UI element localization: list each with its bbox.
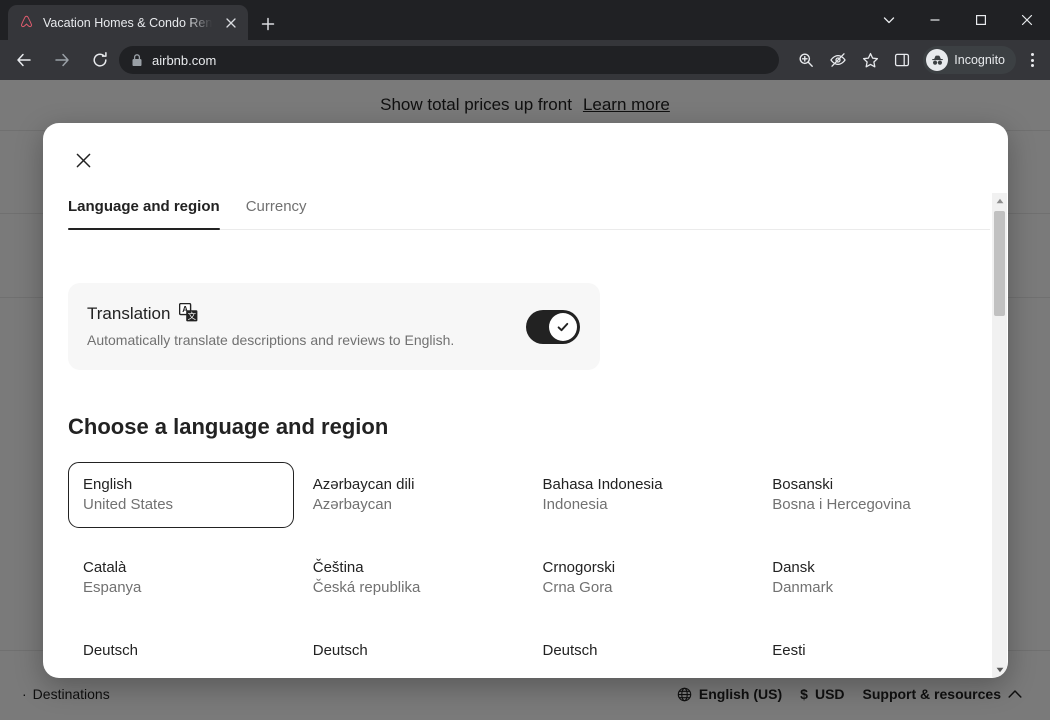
translate-icon: A 文 <box>179 302 198 325</box>
language-option-name: Català <box>83 558 127 576</box>
modal-body: Translation A 文 Automatically translate … <box>43 226 1008 678</box>
language-option-name: Crnogorski <box>542 558 616 576</box>
check-icon <box>557 322 569 331</box>
forward-button[interactable] <box>46 44 78 76</box>
reload-button[interactable] <box>84 44 116 76</box>
browser-menu-button[interactable] <box>1018 45 1046 75</box>
language-option[interactable]: Dansk Danmark <box>757 545 983 611</box>
language-option-name: Bosanski <box>772 476 834 493</box>
language-option-region: Česká republika <box>312 578 421 596</box>
address-bar[interactable]: airbnb.com <box>119 46 779 74</box>
window-controls <box>866 0 1050 40</box>
language-option[interactable]: Català Espanya <box>68 545 294 611</box>
back-button[interactable] <box>8 44 40 76</box>
lock-icon <box>132 54 142 66</box>
language-option-name: Deutsch <box>83 641 139 659</box>
language-option-name: Bahasa Indonesia <box>542 476 663 493</box>
translation-title: Translation <box>87 304 171 323</box>
side-panel-button[interactable] <box>887 45 917 75</box>
scrollbar-thumb[interactable] <box>994 211 1005 316</box>
url-text: airbnb.com <box>152 52 217 68</box>
language-option-name: Azərbaycan dili <box>312 476 415 493</box>
language-option-name: Dansk <box>772 558 815 576</box>
toolbar-actions: Incognito <box>791 40 1046 80</box>
plus-icon <box>261 17 275 31</box>
maximize-icon <box>976 15 987 26</box>
translation-title-row: Translation A 文 <box>87 302 576 325</box>
back-arrow-icon <box>17 53 31 67</box>
language-option-name: Čeština <box>312 558 364 576</box>
translation-toggle[interactable] <box>526 309 580 344</box>
profile-chip[interactable]: Incognito <box>923 46 1016 74</box>
modal-close-button[interactable] <box>67 144 99 176</box>
language-grid: English United States Azərbaycan dili Azərb… <box>68 462 983 674</box>
reload-icon <box>93 52 107 67</box>
toggle-knob <box>549 312 577 341</box>
language-option-name: Deutsch <box>312 641 368 659</box>
language-option[interactable]: Deutsch <box>68 628 294 674</box>
maximize-button[interactable] <box>958 0 1004 40</box>
tab-currency[interactable]: Currency <box>246 198 307 229</box>
profile-label: Incognito <box>954 53 1005 67</box>
language-option-name: Deutsch <box>542 641 598 659</box>
language-option-region: Bosna i Hercegovina <box>772 495 911 513</box>
browser-titlebar: Vacation Homes & Condo Rentals - Airbnb <box>0 0 1050 40</box>
tab-search-button[interactable] <box>866 0 912 40</box>
window-close-button[interactable] <box>1004 0 1050 40</box>
chevron-down-icon <box>883 17 895 24</box>
scrollbar-up-arrow[interactable] <box>992 193 1007 208</box>
bookmark-button[interactable] <box>855 45 885 75</box>
language-option-region: United States <box>83 495 174 513</box>
language-option[interactable]: Crnogorski Crna Gora <box>528 545 754 611</box>
scrollbar-down-arrow[interactable] <box>992 662 1007 677</box>
language-option-name: English <box>83 476 133 493</box>
translation-description: Automatically translate descriptions and… <box>87 332 455 348</box>
tab-close-icon[interactable] <box>222 14 240 32</box>
forward-arrow-icon <box>55 53 69 67</box>
close-icon <box>76 153 90 167</box>
browser-toolbar: airbnb.com Incognito <box>0 40 1050 80</box>
zoom-button[interactable] <box>791 45 821 75</box>
translation-card: Translation A 文 Automatically translate … <box>68 283 600 370</box>
browser-tab[interactable]: Vacation Homes & Condo Rentals - Airbnb <box>8 5 248 40</box>
language-option[interactable]: Eesti <box>757 628 983 674</box>
language-option[interactable]: Azərbaycan dili Azərbaycan <box>298 462 524 528</box>
svg-text:文: 文 <box>188 311 197 321</box>
tab-title: Vacation Homes & Condo Rentals - Airbnb <box>43 15 214 30</box>
side-panel-icon <box>895 53 910 67</box>
eye-slash-icon <box>830 53 847 67</box>
close-icon <box>1021 14 1033 26</box>
incognito-icon <box>926 49 949 71</box>
browser-window: Vacation Homes & Condo Rentals - Airbnb <box>0 0 1050 720</box>
modal-scrollbar[interactable] <box>992 193 1007 677</box>
tab-language-and-region[interactable]: Language and region <box>68 198 220 230</box>
new-tab-button[interactable] <box>255 11 281 37</box>
minimize-icon <box>930 19 940 21</box>
language-option-region: Azərbaycan <box>312 495 392 513</box>
language-option[interactable]: Deutsch <box>298 628 524 674</box>
three-dots-icon <box>1030 53 1034 56</box>
language-option[interactable]: Čeština Česká republika <box>298 545 524 611</box>
zoom-icon <box>799 53 814 67</box>
language-option-region: Crna Gora <box>542 578 613 596</box>
language-option[interactable]: Bosanski Bosna i Hercegovina <box>757 462 983 528</box>
star-icon <box>862 52 878 67</box>
airbnb-logo-icon <box>20 15 33 28</box>
tracking-protection-button[interactable] <box>823 45 853 75</box>
language-option[interactable]: Bahasa Indonesia Indonesia <box>528 462 754 528</box>
language-region-modal: Language and region Currency Translation… <box>43 123 1008 678</box>
minimize-button[interactable] <box>912 0 958 40</box>
language-option-region: Espanya <box>83 578 142 596</box>
language-option[interactable]: Deutsch <box>528 628 754 674</box>
language-option-region: Indonesia <box>542 495 608 513</box>
language-option-name: Eesti <box>772 641 806 659</box>
language-option-region: Danmark <box>772 578 834 596</box>
section-title: Choose a language and region <box>68 414 389 439</box>
language-option[interactable]: English United States <box>68 462 294 528</box>
